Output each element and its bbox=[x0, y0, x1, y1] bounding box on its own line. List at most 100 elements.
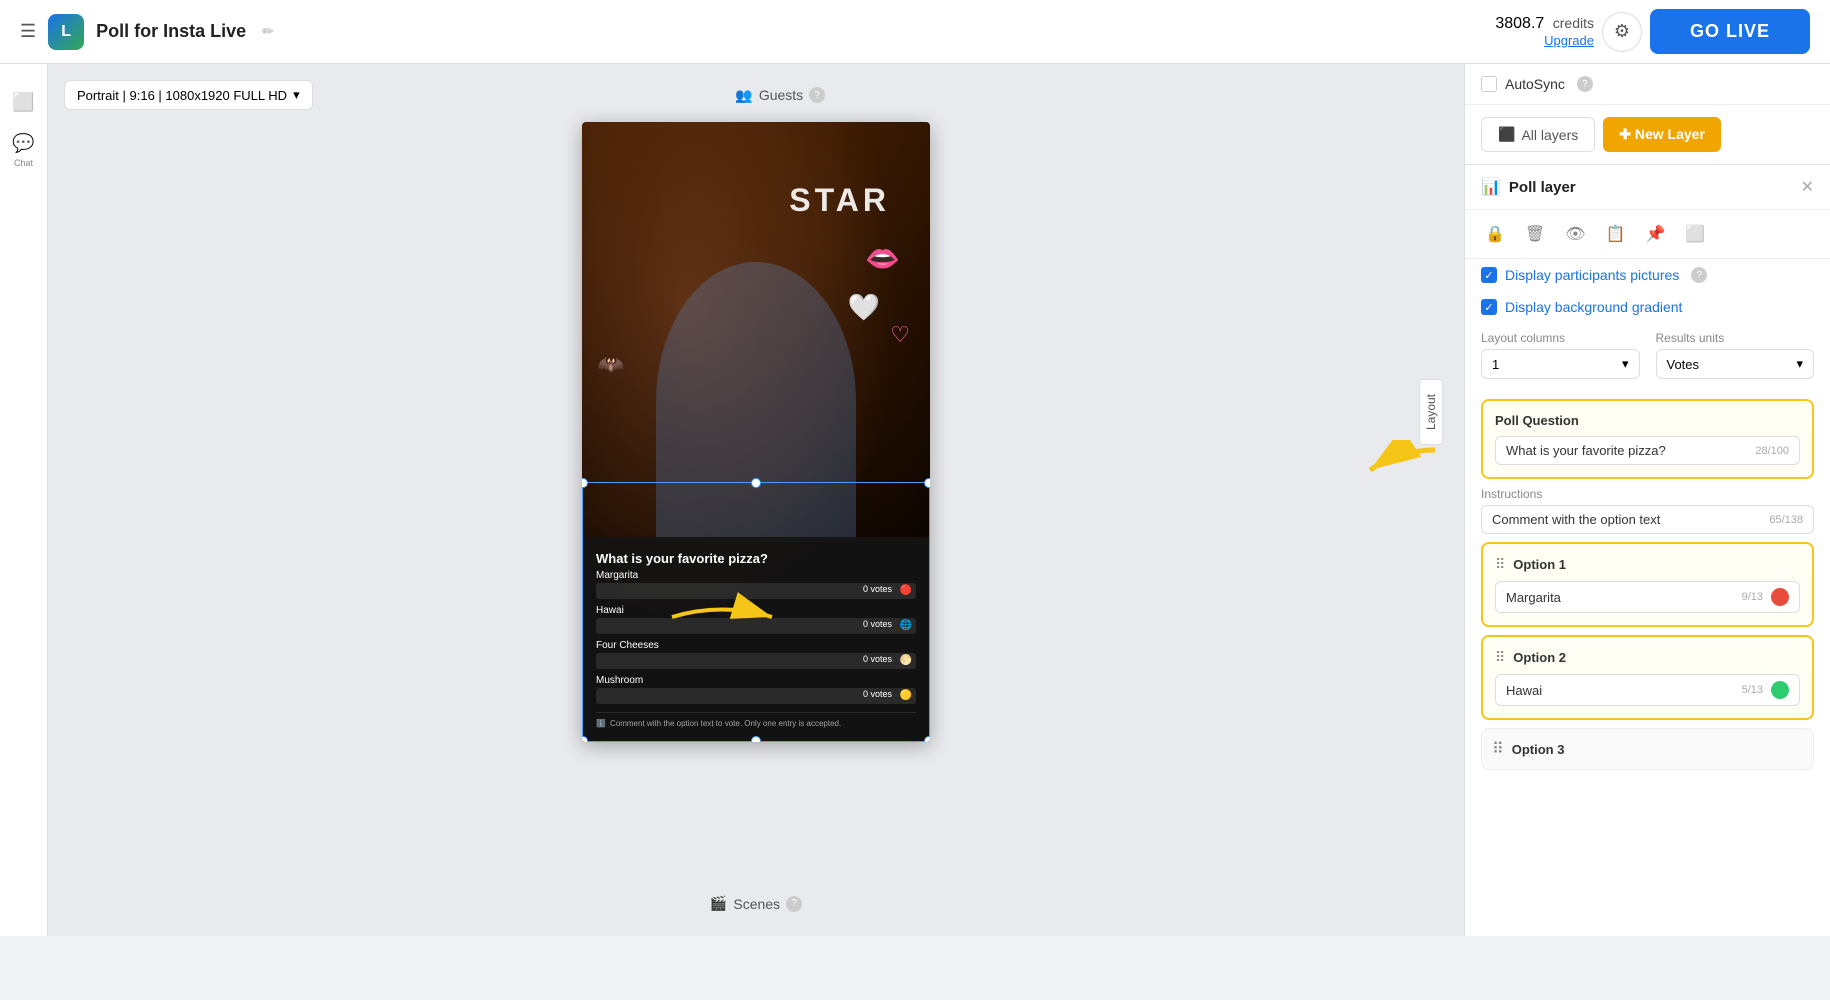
guests-icon: 👥 bbox=[735, 87, 752, 104]
new-layer-button[interactable]: ✚ New Layer bbox=[1603, 117, 1721, 152]
poll-bar-4-container: 0 votes 🟡 bbox=[596, 688, 916, 704]
canvas-bottom-bar: 🎬 Scenes ? bbox=[64, 887, 1448, 920]
display-participants-checkbox[interactable]: ✓ bbox=[1481, 267, 1497, 283]
display-gradient-checkbox[interactable]: ✓ bbox=[1481, 299, 1497, 315]
header-left: ☰ L Poll for Insta Live ✏ bbox=[20, 14, 274, 50]
info-icon: ℹ️ bbox=[596, 719, 606, 728]
logo-icon: L bbox=[48, 14, 84, 50]
instructions-input-row: 65/138 bbox=[1481, 505, 1814, 534]
chevron-down-icon: ▾ bbox=[1622, 356, 1629, 372]
layout-columns-col: Layout columns 1 ▾ bbox=[1481, 331, 1640, 379]
option-2-input[interactable] bbox=[1506, 683, 1742, 698]
phone-canvas: STAR 👄 🤍 🦇 ♡ What is your favorite pizza… bbox=[582, 122, 930, 742]
layer-tools: 🔒 🗑 👁 📋 📌 ⬜ bbox=[1465, 210, 1830, 259]
option-3-title: Option 3 bbox=[1512, 742, 1565, 757]
header-center: 3808.7 credits Upgrade ⚙ GO LIVE bbox=[1495, 9, 1810, 54]
option-1-input-row: 9/13 bbox=[1495, 581, 1800, 613]
panel-tabs: ⬛ All layers ✚ New Layer bbox=[1481, 117, 1721, 152]
star-text: STAR bbox=[789, 182, 890, 219]
sidebar-item-chat[interactable]: 💬 Chat bbox=[8, 125, 38, 176]
yellow-arrow-poll bbox=[662, 592, 782, 647]
instructions-input[interactable] bbox=[1492, 512, 1769, 527]
autosync-row: AutoSync ? bbox=[1465, 64, 1830, 105]
poll-option-4: Mushroom 0 votes 🟡 bbox=[596, 675, 916, 704]
option-2-title: Option 2 bbox=[1513, 650, 1566, 665]
poll-question-input[interactable] bbox=[1506, 443, 1755, 458]
new-layer-label: ✚ New Layer bbox=[1619, 126, 1705, 143]
display-participants-row: ✓ Display participants pictures ? bbox=[1465, 259, 1830, 291]
poll-question-chars: 28/100 bbox=[1755, 445, 1789, 457]
poll-layer-header: 📊 Poll layer ✕ bbox=[1465, 165, 1830, 210]
option-2-input-row: 5/13 bbox=[1495, 674, 1800, 706]
layout-row: Layout columns 1 ▾ Results units Votes ▾ bbox=[1465, 323, 1830, 391]
settings-icon[interactable]: ⚙ bbox=[1602, 12, 1642, 52]
format-label: Portrait | 9:16 | 1080x1920 FULL HD bbox=[77, 88, 287, 103]
right-panel: AutoSync ? ⬛ All layers ✚ New Layer 📊 Po… bbox=[1464, 64, 1830, 936]
guests-button[interactable]: 👥 Guests ? bbox=[735, 87, 825, 104]
instructions-section: Instructions 65/138 bbox=[1481, 487, 1814, 534]
credits-amount: 3808.7 credits bbox=[1495, 15, 1594, 33]
option-2-color[interactable] bbox=[1771, 681, 1789, 699]
results-units-select[interactable]: Votes ▾ bbox=[1656, 349, 1815, 379]
participants-help-icon[interactable]: ? bbox=[1691, 267, 1707, 283]
eye-icon[interactable]: 👁 bbox=[1561, 220, 1589, 248]
scenes-help-icon[interactable]: ? bbox=[786, 896, 802, 912]
format-select[interactable]: Portrait | 9:16 | 1080x1920 FULL HD ▾ bbox=[64, 80, 313, 110]
poll-icon-1: 🔴 bbox=[900, 585, 912, 596]
autosync-help-icon[interactable]: ? bbox=[1577, 76, 1593, 92]
canvas-area: Portrait | 9:16 | 1080x1920 FULL HD ▾ 👥 … bbox=[48, 64, 1464, 936]
instructions-chars: 65/138 bbox=[1769, 514, 1803, 526]
all-layers-label: All layers bbox=[1521, 127, 1578, 143]
option-3-drag-icon: ⠿ bbox=[1492, 739, 1504, 759]
layout-columns-select[interactable]: 1 ▾ bbox=[1481, 349, 1640, 379]
poll-layer-title: Poll layer bbox=[1509, 179, 1576, 196]
chat-label: Chat bbox=[14, 158, 33, 168]
upgrade-link[interactable]: Upgrade bbox=[1495, 33, 1594, 48]
trash-icon[interactable]: 🗑 bbox=[1521, 220, 1549, 248]
option-1-title: Option 1 bbox=[1513, 557, 1566, 572]
option-1-color[interactable] bbox=[1771, 588, 1789, 606]
header: ☰ L Poll for Insta Live ✏ 3808.7 credits… bbox=[0, 0, 1830, 64]
neon-bat-decoration: 🦇 bbox=[597, 352, 624, 378]
chat-icon: 💬 bbox=[12, 133, 34, 154]
close-panel-icon[interactable]: ✕ bbox=[1801, 177, 1814, 197]
poll-votes-4: 0 votes bbox=[863, 689, 892, 699]
instructions-title: Instructions bbox=[1481, 487, 1814, 501]
scenes-label: Scenes bbox=[733, 896, 780, 912]
chevron-down-icon: ▾ bbox=[293, 87, 300, 103]
edit-icon[interactable]: ✏ bbox=[262, 23, 274, 40]
poll-votes-3: 0 votes bbox=[863, 654, 892, 664]
canvas-toolbar: Portrait | 9:16 | 1080x1920 FULL HD ▾ 👥 … bbox=[64, 80, 1448, 110]
resize-icon[interactable]: ⬜ bbox=[1681, 220, 1709, 248]
main-layout: ⬜ 💬 Chat Portrait | 9:16 | 1080x1920 FUL… bbox=[0, 64, 1830, 936]
display-gradient-row: ✓ Display background gradient bbox=[1465, 291, 1830, 323]
poll-icon-3: 🌕 bbox=[900, 655, 912, 666]
guests-help-icon[interactable]: ? bbox=[809, 87, 825, 103]
neon-lips-decoration: 👄 bbox=[865, 242, 900, 275]
poll-question-display: What is your favorite pizza? bbox=[596, 551, 916, 566]
go-live-button[interactable]: GO LIVE bbox=[1650, 9, 1810, 54]
poll-question-title: Poll Question bbox=[1495, 413, 1800, 428]
scenes-button[interactable]: 🎬 Scenes ? bbox=[710, 895, 802, 912]
display-participants-label: Display participants pictures bbox=[1505, 267, 1679, 283]
app-title: Poll for Insta Live bbox=[96, 21, 246, 42]
option-1-input[interactable] bbox=[1506, 590, 1742, 605]
poll-votes-1: 0 votes bbox=[863, 584, 892, 594]
option-2-chars: 5/13 bbox=[1742, 684, 1763, 696]
lock-icon[interactable]: 🔒 bbox=[1481, 220, 1509, 248]
autosync-checkbox[interactable] bbox=[1481, 76, 1497, 92]
pin-icon[interactable]: 📌 bbox=[1641, 220, 1669, 248]
option-3-section: ⠿ Option 3 bbox=[1481, 728, 1814, 770]
layout-columns-value: 1 bbox=[1492, 357, 1499, 372]
option-2-drag-icon: ⠿ bbox=[1495, 649, 1505, 666]
menu-icon[interactable]: ☰ bbox=[20, 21, 36, 42]
layer-tabs-row: ⬛ All layers ✚ New Layer bbox=[1465, 105, 1830, 165]
sidebar-item-pages[interactable]: ⬜ bbox=[8, 84, 38, 121]
copy-icon[interactable]: 📋 bbox=[1602, 220, 1630, 248]
poll-layer-icon: 📊 bbox=[1481, 177, 1501, 197]
results-units-value: Votes bbox=[1667, 357, 1700, 372]
option-3-header: ⠿ Option 3 bbox=[1492, 739, 1803, 759]
all-layers-tab[interactable]: ⬛ All layers bbox=[1481, 117, 1595, 152]
instructions-text: Comment with the option text to vote. On… bbox=[610, 719, 841, 728]
poll-option-1-name: Margarita bbox=[596, 570, 916, 581]
